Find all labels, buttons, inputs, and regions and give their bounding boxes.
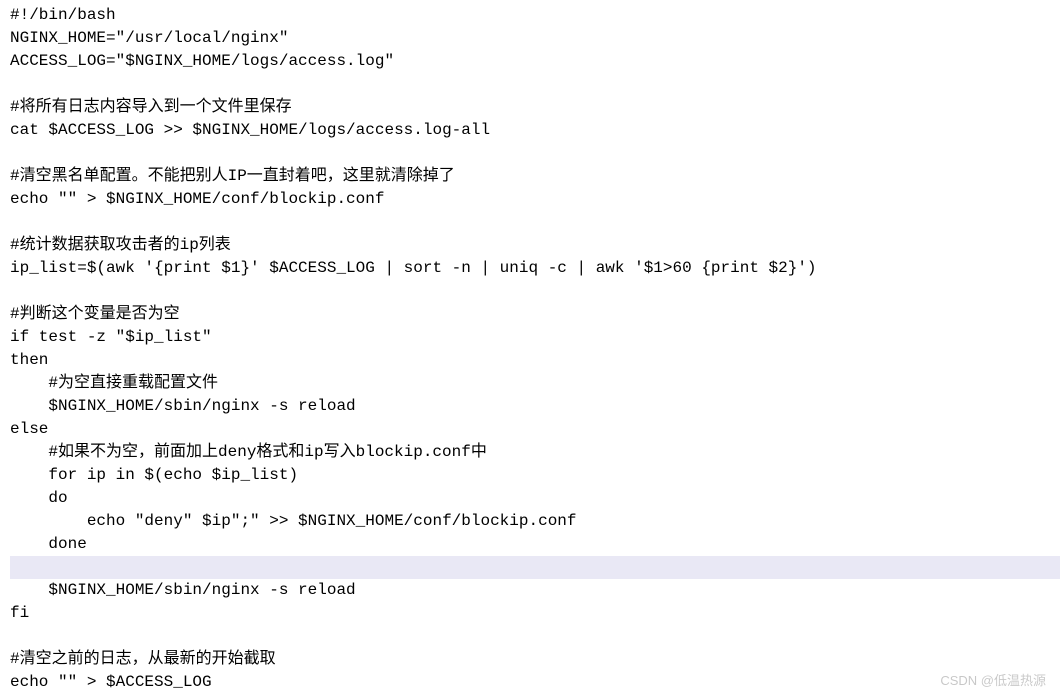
code-line [10, 556, 1060, 579]
code-line: #清空之前的日志，从最新的开始截取 [10, 648, 1060, 671]
code-line [10, 211, 1060, 234]
code-line: #判断这个变量是否为空 [10, 303, 1060, 326]
code-line: NGINX_HOME="/usr/local/nginx" [10, 27, 1060, 50]
code-line: #如果不为空，前面加上deny格式和ip写入blockip.conf中 [10, 441, 1060, 464]
code-line: $NGINX_HOME/sbin/nginx -s reload [10, 395, 1060, 418]
code-line: $NGINX_HOME/sbin/nginx -s reload [10, 579, 1060, 602]
code-line: ACCESS_LOG="$NGINX_HOME/logs/access.log" [10, 50, 1060, 73]
code-line: echo "deny" $ip";" >> $NGINX_HOME/conf/b… [10, 510, 1060, 533]
code-line: #!/bin/bash [10, 4, 1060, 27]
code-line: #统计数据获取攻击者的ip列表 [10, 234, 1060, 257]
code-line: #将所有日志内容导入到一个文件里保存 [10, 96, 1060, 119]
code-line: ip_list=$(awk '{print $1}' $ACCESS_LOG |… [10, 257, 1060, 280]
code-block: #!/bin/bashNGINX_HOME="/usr/local/nginx"… [0, 0, 1060, 698]
code-line: echo "" > $NGINX_HOME/conf/blockip.conf [10, 188, 1060, 211]
code-line [10, 625, 1060, 648]
code-line [10, 280, 1060, 303]
code-line: #为空直接重载配置文件 [10, 372, 1060, 395]
code-line [10, 142, 1060, 165]
code-line: for ip in $(echo $ip_list) [10, 464, 1060, 487]
code-line: #清空黑名单配置。不能把别人IP一直封着吧，这里就清除掉了 [10, 165, 1060, 188]
code-line: else [10, 418, 1060, 441]
code-line: fi [10, 602, 1060, 625]
code-line: then [10, 349, 1060, 372]
code-line: do [10, 487, 1060, 510]
code-line [10, 73, 1060, 96]
code-line: echo "" > $ACCESS_LOG [10, 671, 1060, 694]
code-line: done [10, 533, 1060, 556]
code-line: if test -z "$ip_list" [10, 326, 1060, 349]
code-line: cat $ACCESS_LOG >> $NGINX_HOME/logs/acce… [10, 119, 1060, 142]
